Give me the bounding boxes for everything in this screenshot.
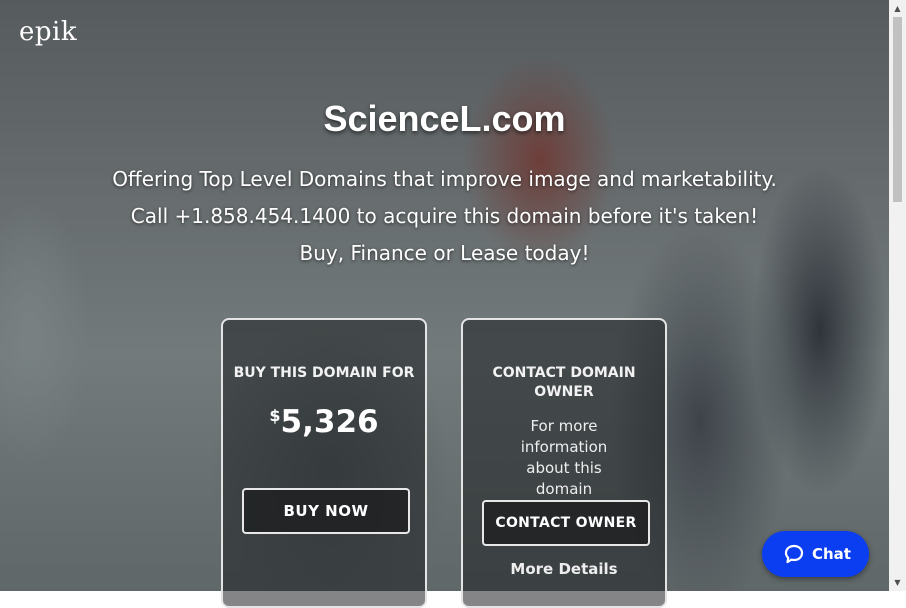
chat-button[interactable]: Chat	[762, 531, 869, 577]
more-details-link[interactable]: More Details	[463, 560, 665, 578]
page-scrollbar[interactable]: ▲ ▼	[889, 0, 906, 591]
scroll-up-arrow-icon[interactable]: ▲	[889, 0, 906, 17]
buy-now-button[interactable]: BUY NOW	[242, 488, 410, 534]
contact-info-text: For more information about this domain	[520, 417, 608, 498]
chat-bubble-icon	[784, 544, 804, 564]
buy-domain-card: BUY THIS DOMAIN FOR $5,326 BUY NOW	[221, 318, 427, 608]
epik-logo[interactable]: epik	[19, 17, 77, 47]
scrollbar-thumb[interactable]	[893, 17, 902, 202]
domain-title: ScienceL.com	[323, 98, 566, 139]
price-currency: $	[269, 406, 281, 425]
hero-background-image	[0, 0, 889, 591]
chat-label: Chat	[812, 545, 851, 563]
contact-owner-button[interactable]: CONTACT OWNER	[482, 500, 650, 546]
domain-price: $5,326	[223, 404, 425, 440]
contact-owner-card: CONTACT DOMAIN OWNER For more informatio…	[461, 318, 667, 608]
tagline-line-3: Buy, Finance or Lease today!	[299, 241, 590, 265]
scroll-down-arrow-icon[interactable]: ▼	[889, 574, 906, 591]
buy-card-heading: BUY THIS DOMAIN FOR	[233, 365, 415, 381]
tagline-line-1: Offering Top Level Domains that improve …	[112, 167, 777, 191]
tagline-line-2: Call +1.858.454.1400 to acquire this dom…	[130, 204, 759, 228]
contact-card-heading: CONTACT DOMAIN OWNER	[492, 365, 636, 400]
price-amount: 5,326	[280, 404, 379, 440]
